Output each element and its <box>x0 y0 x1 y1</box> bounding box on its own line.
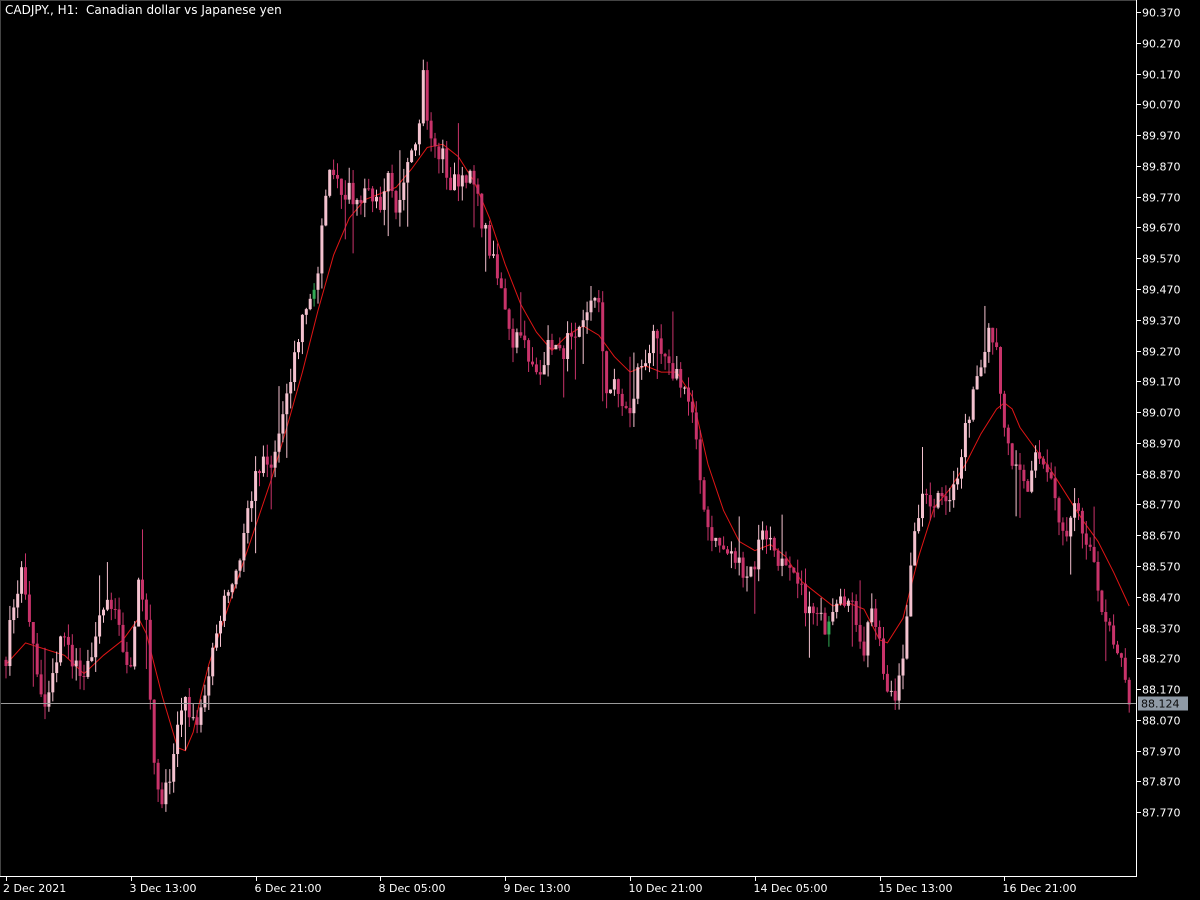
price-tick-label: 89.470 <box>1142 284 1181 297</box>
price-tick-label: 87.770 <box>1142 807 1181 820</box>
time-tick-label: 16 Dec 21:00 <box>1003 882 1077 895</box>
symbol-description: Canadian dollar vs Japanese yen <box>86 3 282 17</box>
time-tick-label: 10 Dec 21:00 <box>629 882 703 895</box>
price-tick-label: 88.770 <box>1142 499 1181 512</box>
price-tick-label: 89.870 <box>1142 161 1181 174</box>
price-tick-label: 88.870 <box>1142 469 1181 482</box>
price-tick-label: 88.270 <box>1142 653 1181 666</box>
current-price-label: 88.124 <box>1141 698 1180 711</box>
candle <box>636 363 640 405</box>
candle <box>936 490 940 510</box>
time-tick-label: 2 Dec 2021 <box>3 882 66 895</box>
price-tick-label: 89.170 <box>1142 376 1181 389</box>
candle <box>133 621 137 670</box>
symbol-timeframe: CADJPY., H1: <box>5 3 79 17</box>
price-tick-label: 90.170 <box>1142 69 1181 82</box>
candle <box>554 344 558 350</box>
price-tick-label: 90.070 <box>1142 99 1181 112</box>
time-tick-label: 9 Dec 13:00 <box>504 882 571 895</box>
candle <box>59 635 63 666</box>
price-tick-label: 87.970 <box>1142 746 1181 759</box>
price-tick-label: 90.270 <box>1142 38 1181 51</box>
candle <box>609 389 612 394</box>
candle <box>137 577 141 627</box>
price-tick-label: 89.670 <box>1142 222 1181 235</box>
candlestick-chart[interactable]: 88.124 90.370 90.270 90.170 90.070 89.970 89.… <box>0 0 1200 900</box>
price-tick-label: 89.770 <box>1142 192 1181 205</box>
candle <box>577 325 581 338</box>
price-tick-label: 88.070 <box>1142 715 1181 728</box>
price-tick-label: 89.070 <box>1142 407 1181 420</box>
candle <box>488 220 492 259</box>
time-tick-label: 8 Dec 05:00 <box>379 882 446 895</box>
price-tick-label: 88.470 <box>1142 592 1181 605</box>
candle <box>1010 442 1014 470</box>
candle <box>328 169 332 198</box>
price-tick-label: 88.970 <box>1142 438 1181 451</box>
price-tick-label: 87.870 <box>1142 776 1181 789</box>
candle <box>702 477 706 512</box>
candle <box>792 566 796 574</box>
price-tick-label: 88.370 <box>1142 623 1181 636</box>
time-tick-label: 14 Dec 05:00 <box>754 882 828 895</box>
candle <box>148 604 152 710</box>
price-tick-label: 88.170 <box>1142 684 1181 697</box>
candle <box>468 169 472 184</box>
chart-title: CADJPY., H1: Canadian dollar vs Japanese… <box>5 3 282 17</box>
candle <box>410 148 414 163</box>
price-tick-label: 89.270 <box>1142 346 1181 359</box>
time-tick-label: 3 Dec 13:00 <box>130 882 197 895</box>
chart-background <box>0 0 1200 900</box>
candle <box>971 386 975 422</box>
price-tick-label: 88.570 <box>1142 561 1181 574</box>
candle <box>425 61 429 130</box>
price-tick-label: 89.370 <box>1142 315 1181 328</box>
candle <box>1100 589 1104 616</box>
price-tick-label: 89.570 <box>1142 253 1181 266</box>
price-tick-label: 89.970 <box>1142 130 1181 143</box>
candle <box>749 566 753 578</box>
time-tick-label: 6 Dec 21:00 <box>255 882 322 895</box>
time-tick-label: 15 Dec 13:00 <box>879 882 953 895</box>
price-tick-label: 88.670 <box>1142 530 1181 543</box>
price-tick-label: 90.370 <box>1142 7 1181 20</box>
